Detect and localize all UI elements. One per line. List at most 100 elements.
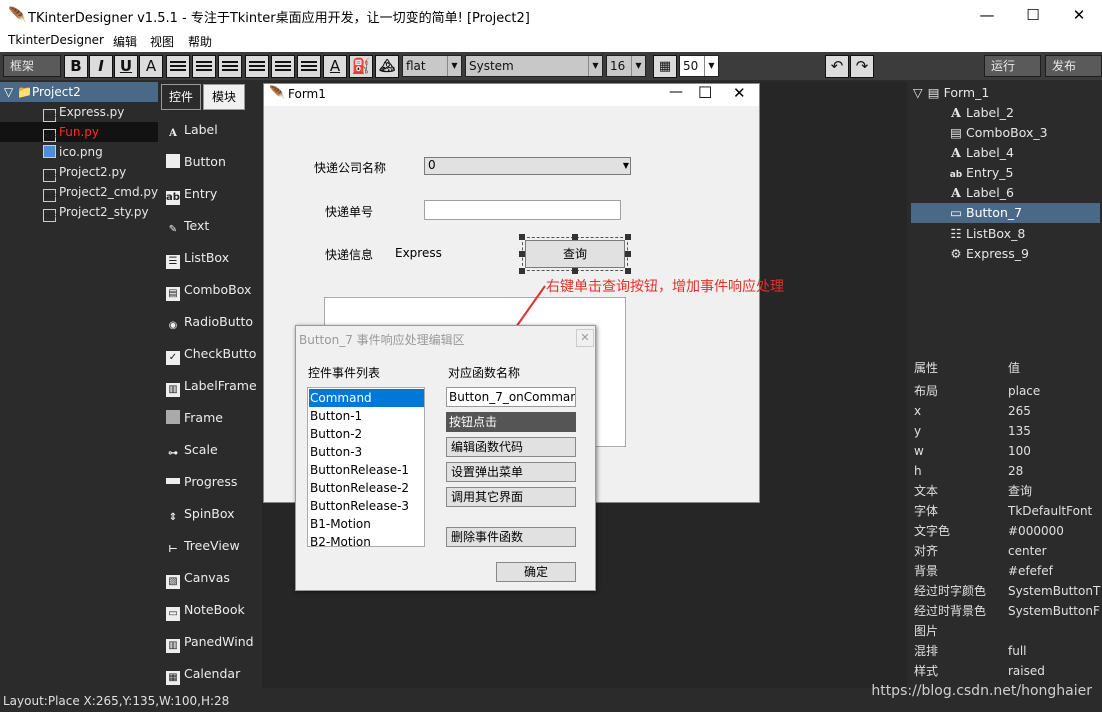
align-right-icon[interactable] xyxy=(218,55,242,78)
resize-handle[interactable] xyxy=(519,234,525,240)
tree-item-component[interactable]: A Label_2 xyxy=(911,103,1100,123)
property-row[interactable]: 文字色 #000000 xyxy=(909,521,1102,541)
valign-bottom-icon[interactable] xyxy=(297,55,321,78)
minimize-button[interactable]: — xyxy=(964,0,1010,30)
property-row[interactable]: 经过时背景色 SystemButtonF xyxy=(909,601,1102,621)
palette-item-scale[interactable]: ⊶ Scale xyxy=(160,438,260,462)
font-family-select[interactable]: System ▼ xyxy=(465,55,603,77)
palette-item-combobox[interactable]: ▤ ComboBox xyxy=(160,278,260,302)
property-row[interactable]: 文本 查询 xyxy=(909,481,1102,501)
property-row[interactable]: y 135 xyxy=(909,421,1102,441)
resize-handle[interactable] xyxy=(519,251,525,257)
company-combobox[interactable]: 0 ▼ xyxy=(424,157,631,175)
resize-handle[interactable] xyxy=(625,234,631,240)
tree-item-component[interactable]: ▤ ComboBox_3 xyxy=(911,123,1100,143)
tab-modules[interactable]: 模块 xyxy=(203,84,245,110)
palette-item-progress[interactable]: Progress xyxy=(160,470,260,494)
font-size-select[interactable]: 16 ▼ xyxy=(606,55,646,77)
close-icon[interactable]: ✕ xyxy=(576,329,594,347)
palette-item-listbox[interactable]: ☰ ListBox xyxy=(160,246,260,270)
palette-item-label[interactable]: A Label xyxy=(160,118,260,142)
publish-button[interactable]: 发布 xyxy=(1045,55,1102,77)
property-row[interactable]: 背景 #efefef xyxy=(909,561,1102,581)
palette-item-checkbutton[interactable]: ✓ CheckButto xyxy=(160,342,260,366)
tab-widgets[interactable]: 控件 xyxy=(161,84,201,110)
palette-item-labelframe[interactable]: ▥ LabelFrame xyxy=(160,374,260,398)
text-color-icon[interactable]: A xyxy=(323,55,347,78)
event-editor-dialog[interactable]: Button_7 事件响应处理编辑区 ✕ 控件事件列表 对应函数名称 Comma… xyxy=(295,325,596,591)
tree-item-file[interactable]: </>Express.py xyxy=(0,102,158,122)
list-item[interactable]: B1-Motion xyxy=(309,515,424,533)
run-button[interactable]: 运行 xyxy=(984,55,1041,77)
list-item[interactable]: B2-Motion xyxy=(309,533,424,546)
menu-view[interactable]: 视图 xyxy=(150,33,174,50)
tree-item-file[interactable]: </>Fun.py xyxy=(0,122,158,142)
palette-item-entry[interactable]: ab Entry xyxy=(160,182,260,206)
property-row[interactable]: 经过时字颜色 SystemButtonT xyxy=(909,581,1102,601)
list-item[interactable]: Button-2 xyxy=(309,425,424,443)
palette-item-treeview[interactable]: ⊢ TreeView xyxy=(160,534,260,558)
image-icon[interactable]: 🏔 xyxy=(375,55,399,78)
tree-item-file[interactable]: </>Project2.py xyxy=(0,162,158,182)
maximize-button[interactable]: ☐ xyxy=(1010,0,1056,30)
list-item[interactable]: ButtonRelease-2 xyxy=(309,479,424,497)
call-other-ui-button[interactable]: 调用其它界面 xyxy=(446,487,576,507)
event-listbox[interactable]: Command Button-1 Button-2 Button-3 Butto… xyxy=(307,387,425,547)
resize-handle[interactable] xyxy=(625,268,631,274)
undo-icon[interactable]: ↶ xyxy=(825,55,849,78)
number-entry[interactable] xyxy=(424,200,621,220)
property-row[interactable]: h 28 xyxy=(909,461,1102,481)
resize-handle[interactable] xyxy=(519,268,525,274)
property-row[interactable]: 图片 xyxy=(909,621,1102,641)
list-item[interactable]: ButtonRelease-1 xyxy=(309,461,424,479)
grid-icon[interactable]: ▦ xyxy=(653,55,677,78)
minimize-icon[interactable]: — xyxy=(669,84,683,100)
valign-top-icon[interactable] xyxy=(245,55,269,78)
font-a-button[interactable]: A xyxy=(139,55,163,78)
list-item[interactable]: Command xyxy=(309,389,424,407)
frame-selector[interactable]: 框架 xyxy=(3,55,61,77)
relief-select[interactable]: flat ▼ xyxy=(402,55,462,77)
palette-item-radiobutton[interactable]: ◉ RadioButto xyxy=(160,310,260,334)
underline-button[interactable]: U xyxy=(114,55,138,78)
property-row[interactable]: 布局 place xyxy=(909,381,1102,401)
palette-item-notebook[interactable]: ▭ NoteBook xyxy=(160,598,260,622)
property-row[interactable]: w 100 xyxy=(909,441,1102,461)
palette-item-calendar[interactable]: ▦ Calendar xyxy=(160,662,260,686)
menu-tkinterdesigner[interactable]: TkinterDesigner xyxy=(8,33,104,47)
palette-item-spinbox[interactable]: ⇕ SpinBox xyxy=(160,502,260,526)
tree-item-file[interactable]: </>Project2_sty.py xyxy=(0,202,158,222)
align-left-icon[interactable] xyxy=(166,55,190,78)
tree-item-component[interactable]: ab Entry_5 xyxy=(911,163,1100,183)
delete-event-button[interactable]: 删除事件函数 xyxy=(446,527,576,547)
bold-button[interactable]: B xyxy=(64,55,88,78)
resize-handle[interactable] xyxy=(625,251,631,257)
popup-menu-button[interactable]: 设置弹出菜单 xyxy=(446,462,576,482)
property-row[interactable]: 混排 full xyxy=(909,641,1102,661)
list-item[interactable]: ButtonRelease-3 xyxy=(309,497,424,515)
property-row[interactable]: x 265 xyxy=(909,401,1102,421)
tree-item-component[interactable]: ⚙ Express_9 xyxy=(911,244,1100,264)
close-icon[interactable]: ✕ xyxy=(733,84,746,102)
property-row[interactable]: 对齐 center xyxy=(909,541,1102,561)
resize-handle[interactable] xyxy=(572,268,578,274)
resize-handle[interactable] xyxy=(572,234,578,240)
redo-icon[interactable]: ↷ xyxy=(850,55,874,78)
func-name-field[interactable]: Button_7_onCommand xyxy=(446,387,576,407)
palette-item-button[interactable]: Button xyxy=(160,150,260,174)
grid-size-spinbox[interactable]: 50 ▼ xyxy=(679,55,719,77)
italic-button[interactable]: I xyxy=(89,55,113,78)
tree-item-form[interactable]: ▽ ▤ Form_1 xyxy=(911,83,1100,103)
fill-color-icon[interactable]: ⛽ xyxy=(349,55,373,78)
tree-item-project[interactable]: ▽ 📁Project2 xyxy=(0,82,158,102)
tree-item-component[interactable]: ▭ Button_7 xyxy=(911,203,1100,223)
property-row[interactable]: 样式 raised xyxy=(909,661,1102,681)
valign-middle-icon[interactable] xyxy=(271,55,295,78)
tree-item-component[interactable]: ☷ ListBox_8 xyxy=(911,224,1100,244)
property-row[interactable]: 字体 TkDefaultFont xyxy=(909,501,1102,521)
align-center-icon[interactable] xyxy=(192,55,216,78)
edit-code-button[interactable]: 编辑函数代码 xyxy=(446,437,576,457)
palette-item-frame[interactable]: Frame xyxy=(160,406,260,430)
menu-help[interactable]: 帮助 xyxy=(188,33,212,50)
palette-item-canvas[interactable]: ▧ Canvas xyxy=(160,566,260,590)
